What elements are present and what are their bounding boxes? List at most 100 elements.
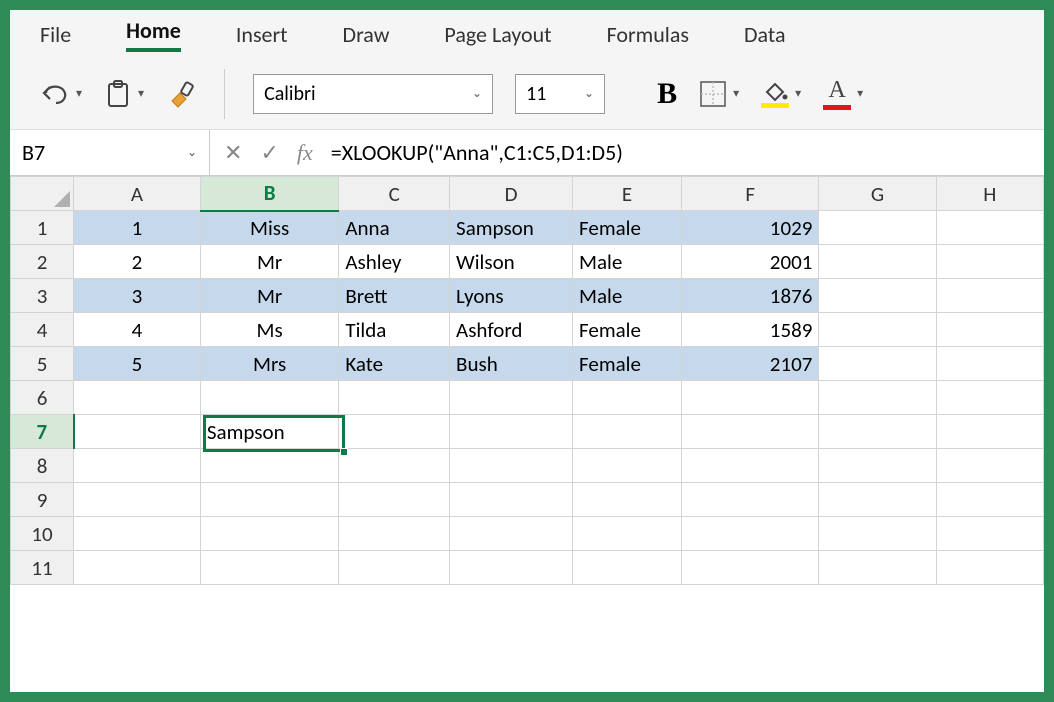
- row-header[interactable]: 7: [11, 415, 74, 449]
- cell[interactable]: [681, 449, 818, 483]
- tab-file[interactable]: File: [40, 21, 71, 48]
- paste-button[interactable]: ▾: [104, 79, 144, 109]
- cell[interactable]: [819, 279, 936, 313]
- row-header[interactable]: 2: [11, 245, 74, 279]
- enter-formula-button[interactable]: ✓: [260, 139, 278, 166]
- cell[interactable]: [936, 313, 1044, 347]
- cell[interactable]: [339, 483, 450, 517]
- tab-data[interactable]: Data: [744, 21, 786, 48]
- cell[interactable]: [339, 449, 450, 483]
- tab-insert[interactable]: Insert: [236, 21, 288, 48]
- cell[interactable]: [819, 517, 936, 551]
- row-header[interactable]: 10: [11, 517, 74, 551]
- row-header[interactable]: 8: [11, 449, 74, 483]
- cell[interactable]: [200, 381, 338, 415]
- cell[interactable]: [450, 551, 573, 585]
- cell[interactable]: 2001: [681, 245, 818, 279]
- cell[interactable]: Ashford: [450, 313, 573, 347]
- cell[interactable]: [450, 415, 573, 449]
- cell[interactable]: [339, 415, 450, 449]
- cell[interactable]: Lyons: [450, 279, 573, 313]
- cell[interactable]: [573, 483, 682, 517]
- cell[interactable]: [936, 517, 1044, 551]
- cell[interactable]: [74, 551, 201, 585]
- cell[interactable]: [936, 551, 1044, 585]
- cell[interactable]: [74, 381, 201, 415]
- cell[interactable]: 3: [74, 279, 201, 313]
- cell[interactable]: Female: [573, 313, 682, 347]
- cell[interactable]: [681, 551, 818, 585]
- row-header[interactable]: 5: [11, 347, 74, 381]
- cell[interactable]: Ashley: [339, 245, 450, 279]
- cell[interactable]: [681, 381, 818, 415]
- cell[interactable]: 5: [74, 347, 201, 381]
- cell[interactable]: 2107: [681, 347, 818, 381]
- cell[interactable]: Bush: [450, 347, 573, 381]
- cell[interactable]: 4: [74, 313, 201, 347]
- cell[interactable]: Anna: [339, 211, 450, 245]
- cell[interactable]: [74, 449, 201, 483]
- cell[interactable]: [819, 313, 936, 347]
- cell[interactable]: [573, 381, 682, 415]
- cell[interactable]: Mr: [200, 279, 338, 313]
- cell[interactable]: [573, 415, 682, 449]
- tab-home[interactable]: Home: [126, 17, 181, 52]
- row-header[interactable]: 11: [11, 551, 74, 585]
- formula-input[interactable]: =XLOOKUP("Anna",C1:C5,D1:D5): [327, 139, 1044, 166]
- cell[interactable]: [681, 517, 818, 551]
- cell[interactable]: Wilson: [450, 245, 573, 279]
- cell[interactable]: [936, 381, 1044, 415]
- row-header[interactable]: 4: [11, 313, 74, 347]
- cell[interactable]: [339, 517, 450, 551]
- cell[interactable]: 1: [74, 211, 201, 245]
- cell[interactable]: Brett: [339, 279, 450, 313]
- cell[interactable]: 1876: [681, 279, 818, 313]
- cell[interactable]: Female: [573, 347, 682, 381]
- cell[interactable]: [339, 381, 450, 415]
- cell[interactable]: [936, 245, 1044, 279]
- cell[interactable]: Female: [573, 211, 682, 245]
- cell[interactable]: [450, 517, 573, 551]
- bold-button[interactable]: B: [657, 77, 677, 111]
- format-painter-button[interactable]: [166, 79, 196, 109]
- undo-button[interactable]: ▾: [40, 81, 82, 107]
- cell[interactable]: [936, 415, 1044, 449]
- cell[interactable]: [819, 415, 936, 449]
- col-header-C[interactable]: C: [339, 177, 450, 211]
- cell[interactable]: [681, 415, 818, 449]
- cell[interactable]: Male: [573, 245, 682, 279]
- cell[interactable]: Mrs: [200, 347, 338, 381]
- cell[interactable]: [450, 483, 573, 517]
- row-header[interactable]: 6: [11, 381, 74, 415]
- col-header-E[interactable]: E: [573, 177, 682, 211]
- font-color-button[interactable]: A ▾: [823, 77, 863, 110]
- cell-active[interactable]: Sampson: [200, 415, 338, 449]
- col-header-B[interactable]: B: [200, 177, 338, 211]
- col-header-F[interactable]: F: [681, 177, 818, 211]
- fill-color-button[interactable]: ▾: [761, 80, 801, 108]
- cell[interactable]: [450, 381, 573, 415]
- select-all-corner[interactable]: [11, 177, 74, 211]
- cell[interactable]: [200, 517, 338, 551]
- cell[interactable]: [819, 381, 936, 415]
- name-box[interactable]: B7 ⌄: [10, 130, 210, 175]
- cell[interactable]: Miss: [200, 211, 338, 245]
- cell[interactable]: Male: [573, 279, 682, 313]
- cell[interactable]: [819, 245, 936, 279]
- col-header-A[interactable]: A: [74, 177, 201, 211]
- row-header[interactable]: 1: [11, 211, 74, 245]
- cell[interactable]: [200, 483, 338, 517]
- cell[interactable]: [819, 347, 936, 381]
- cell[interactable]: Mr: [200, 245, 338, 279]
- cell[interactable]: [819, 211, 936, 245]
- fx-label[interactable]: fx: [297, 140, 313, 166]
- cell[interactable]: [819, 551, 936, 585]
- row-header[interactable]: 3: [11, 279, 74, 313]
- cell[interactable]: [573, 449, 682, 483]
- cell[interactable]: 1589: [681, 313, 818, 347]
- tab-draw[interactable]: Draw: [343, 21, 390, 48]
- cell[interactable]: [936, 211, 1044, 245]
- cell[interactable]: [573, 517, 682, 551]
- font-name-select[interactable]: Calibri ⌄: [253, 74, 493, 114]
- cell[interactable]: [74, 483, 201, 517]
